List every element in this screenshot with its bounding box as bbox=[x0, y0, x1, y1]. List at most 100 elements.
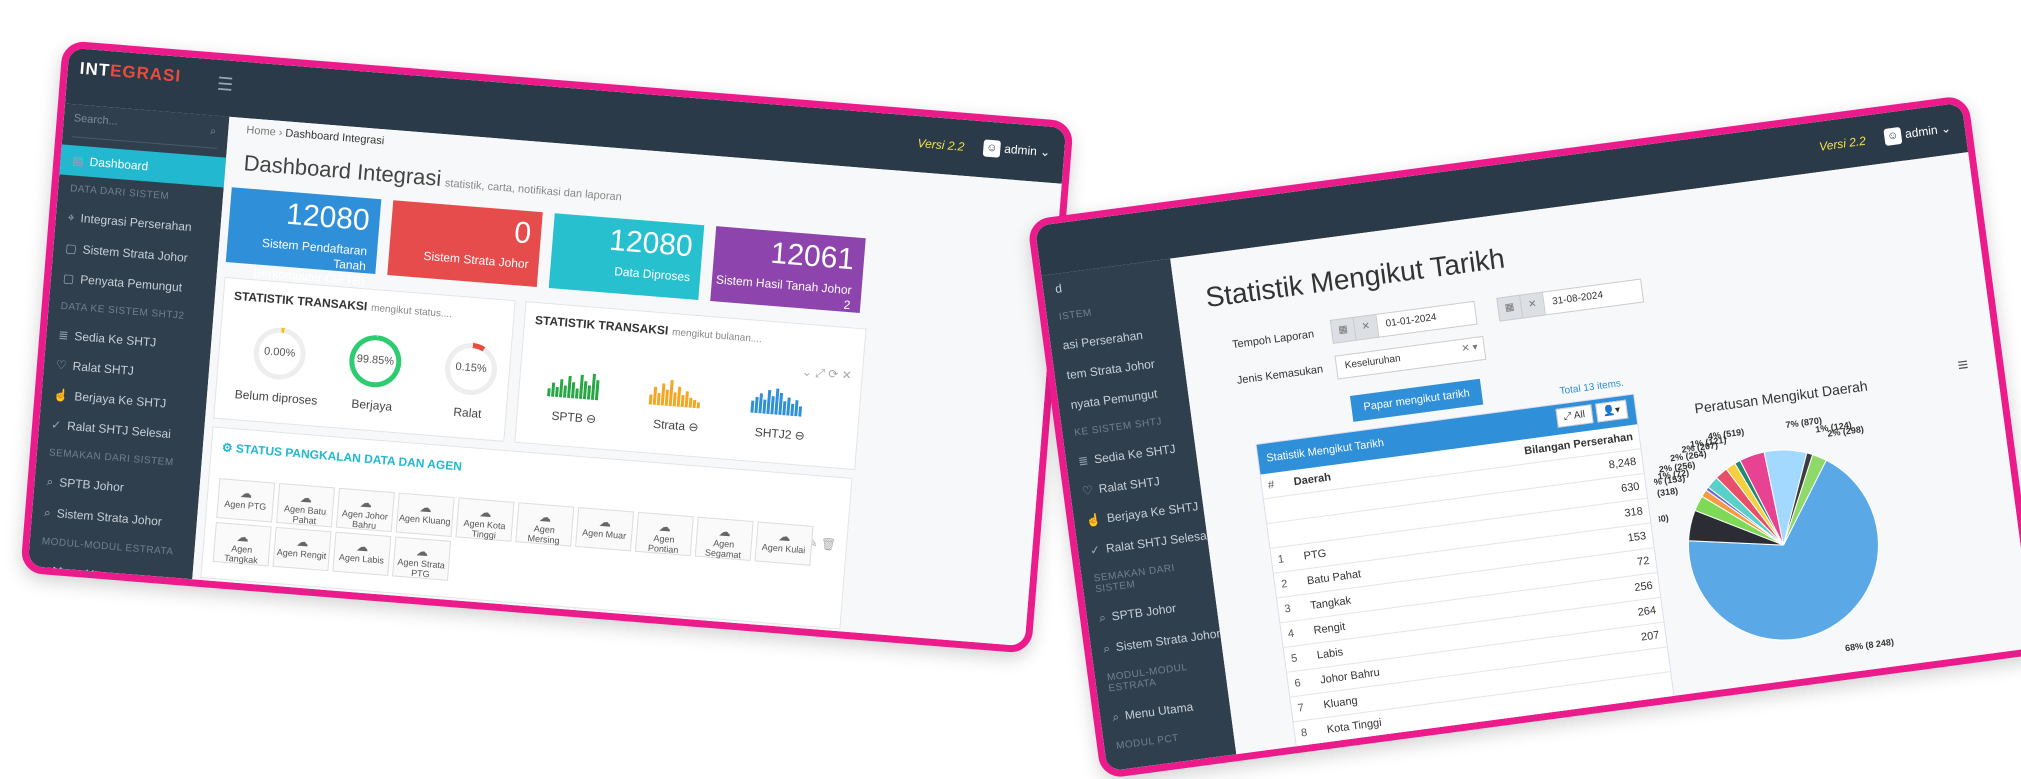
user-filter-button[interactable]: 👤▾ bbox=[1594, 399, 1629, 423]
date-to-input[interactable]: 31-08-2024 bbox=[1541, 278, 1645, 316]
user-menu[interactable]: ☺ admin ⌄ bbox=[982, 139, 1051, 161]
legend-item[interactable]: Rengit bbox=[1853, 668, 1893, 683]
legend-swatch bbox=[1801, 680, 1811, 690]
sidebar-item-label: Dashboard bbox=[89, 154, 149, 174]
avatar-icon: ☺ bbox=[982, 139, 1001, 158]
row-number: 6 bbox=[1286, 668, 1317, 698]
sidebar-item-label: Berjaya Ke SHTJ bbox=[1106, 499, 1200, 526]
legend-item[interactable]: Labis bbox=[1898, 662, 1934, 677]
agent-card[interactable]: ☁ Agen Segamat bbox=[694, 516, 754, 562]
agent-label: Agen Johor Bahru bbox=[341, 508, 389, 531]
doc-icon: ▢ bbox=[62, 270, 75, 286]
legend-swatch bbox=[1853, 673, 1863, 683]
bar-group-label[interactable]: SPTB ⊖ bbox=[551, 409, 597, 427]
version-label: Versi 2.2 bbox=[1818, 133, 1867, 154]
app-logo[interactable]: INTEGRASI bbox=[79, 59, 182, 87]
legend-item[interactable]: Kota Tinggi bbox=[1821, 681, 1882, 699]
monthly-bar bbox=[594, 380, 600, 401]
legend-item[interactable]: Mersing bbox=[1886, 675, 1933, 691]
pin-icon: ⌖ bbox=[67, 210, 76, 225]
row-number: 3 bbox=[1277, 594, 1307, 623]
legend-item[interactable]: Segamat bbox=[1705, 710, 1755, 727]
sidebar-item-label: DATA KE SISTEM SHTJ2 bbox=[60, 300, 185, 322]
check-icon: ✓ bbox=[50, 417, 62, 433]
bar-group-label[interactable]: Strata ⊖ bbox=[653, 417, 699, 435]
agent-card[interactable]: ☁ Agen Kulai bbox=[754, 521, 814, 566]
legend-item[interactable]: Johor Bahru bbox=[1704, 696, 1770, 715]
legend-swatch bbox=[1704, 705, 1714, 715]
agent-card[interactable]: ☁ Agen Muar bbox=[575, 507, 635, 552]
agent-card[interactable]: ☁ Agen Strata PTG bbox=[392, 536, 452, 581]
stat-tile[interactable]: 12061 Sistem Hasil Tanah Johor 2 bbox=[710, 226, 866, 313]
breadcrumb-home[interactable]: Home bbox=[246, 124, 276, 138]
agent-card[interactable]: ☁ Agen PTG bbox=[216, 478, 276, 523]
legend-label: Johor Bahru bbox=[1714, 696, 1770, 714]
legend-item[interactable]: Pontian bbox=[1937, 668, 1983, 684]
agent-card[interactable]: ☁ Agen Pontian bbox=[634, 511, 694, 557]
legend-swatch bbox=[1759, 710, 1769, 720]
sidebar-item-label: asi Perserahan bbox=[1061, 327, 1144, 353]
agent-card[interactable]: ☁ Agen Kluang bbox=[395, 492, 455, 537]
sidebar-item-label: SEMAKAN DARI SISTEM bbox=[1093, 562, 1176, 596]
sidebar-item-label: tem Strata Johor bbox=[1065, 356, 1156, 383]
bar-group-label[interactable]: SHTJ2 ⊖ bbox=[754, 425, 805, 443]
legend-item[interactable]: Muar bbox=[1938, 657, 1972, 672]
sidebar-item-label: Penyata Pemungut bbox=[79, 272, 183, 295]
stat-tile[interactable]: 12080 Sistem Pendaftaran Tanah Berkomputer… bbox=[225, 187, 382, 288]
agent-card[interactable]: ☁ Agen Tangkak bbox=[212, 522, 272, 567]
main-content: Statistik Mengikut Tarikh Tempoh Laporan… bbox=[1170, 152, 2021, 774]
sidebar-item-label: Berjaya Ke SHTJ bbox=[73, 389, 167, 411]
legend-item[interactable]: Kluang bbox=[1774, 690, 1816, 706]
hamburger-menu-icon[interactable]: ☰ bbox=[216, 74, 234, 96]
legend-item[interactable]: PTG bbox=[1702, 689, 1733, 703]
agent-card[interactable]: ☁ Agen Rengit bbox=[272, 526, 332, 572]
sidebar-item-label: MODUL PCT bbox=[1115, 732, 1180, 752]
tile-label: Sistem Hasil Tanah Johor 2 bbox=[715, 272, 853, 313]
agent-card[interactable]: ☁ Agen Mersing bbox=[515, 502, 575, 547]
agent-card[interactable]: ☁ Agen Labis bbox=[332, 531, 392, 576]
legend-swatch bbox=[1705, 717, 1715, 727]
search-icon: ⌕ bbox=[1098, 610, 1107, 626]
monthly-bar-group bbox=[648, 372, 703, 409]
legend-item[interactable]: Kulai bbox=[1759, 705, 1794, 720]
stat-tile[interactable]: 12080 Data Diproses bbox=[548, 213, 705, 300]
expand-all-button[interactable]: ⤢ All bbox=[1555, 404, 1594, 428]
heart-icon: ♡ bbox=[55, 357, 68, 373]
list-icon: ≣ bbox=[1077, 453, 1090, 469]
sidebar-item-label: Sistem Strata Johor bbox=[56, 506, 163, 529]
jenis-select[interactable]: Keseluruhan ✕ ▾ bbox=[1334, 335, 1487, 380]
date-from-input[interactable]: 01-01-2024 bbox=[1375, 300, 1478, 338]
agent-card[interactable]: ☁ Agen Kota Tinggi bbox=[455, 497, 515, 542]
agent-card[interactable]: ☁ Agen Batu Pahat bbox=[276, 482, 336, 528]
chart-menu-icon[interactable]: ≡ bbox=[1956, 354, 1969, 376]
agent-label: Agen Segamat bbox=[704, 537, 742, 561]
legend-label: Tangkak bbox=[1811, 673, 1849, 689]
row-number: 8 bbox=[1293, 718, 1323, 747]
monthly-bar bbox=[798, 406, 803, 417]
total-count: Total 13 items. bbox=[1559, 377, 1625, 398]
legend-swatch bbox=[1938, 662, 1948, 672]
legend-label: Rengit bbox=[1864, 667, 1894, 682]
legend-label: Labis bbox=[1908, 662, 1934, 676]
agent-label: Agen PTG bbox=[223, 498, 267, 512]
panel-tools[interactable]: ⌄ ⤢ ⟳ ✕ bbox=[801, 365, 853, 384]
legend-label: Batu Pahat bbox=[1748, 680, 1797, 697]
search-icon: ⌕ bbox=[1102, 641, 1111, 656]
sidebar-item-label: MODUL-MODUL ESTRATA bbox=[41, 536, 174, 558]
legend-label: PTG bbox=[1713, 689, 1733, 702]
agent-card[interactable]: ☁ Agen Johor Bahru bbox=[335, 487, 395, 533]
stat-tile[interactable]: 0 Sistem Strata Johor bbox=[387, 200, 543, 287]
status-stat-panel: STATISTIK TRANSAKSI mengikut status.... 0… bbox=[213, 276, 516, 442]
sidebar-search-input[interactable]: Search... ⌕ bbox=[72, 112, 219, 149]
tile-value: 12080 bbox=[285, 197, 371, 238]
row-number: 2 bbox=[1273, 569, 1303, 598]
legend-item[interactable]: Tangkak bbox=[1801, 674, 1849, 690]
agent-label: Agen Kulai bbox=[761, 541, 806, 556]
doc-icon: ▢ bbox=[64, 241, 78, 256]
slice-label: 3% (318) bbox=[1647, 486, 1678, 501]
legend-item[interactable]: Batu Pahat bbox=[1737, 680, 1797, 699]
sidebar-item-label: nyata Pemungut bbox=[1069, 386, 1159, 412]
user-menu[interactable]: ☺ admin ⌄ bbox=[1883, 120, 1952, 147]
sidebar-item-label: Sedia Ke SHTJ bbox=[1093, 441, 1177, 467]
sidebar-item-label: SEMAKAN DARI SISTEM bbox=[48, 447, 175, 469]
